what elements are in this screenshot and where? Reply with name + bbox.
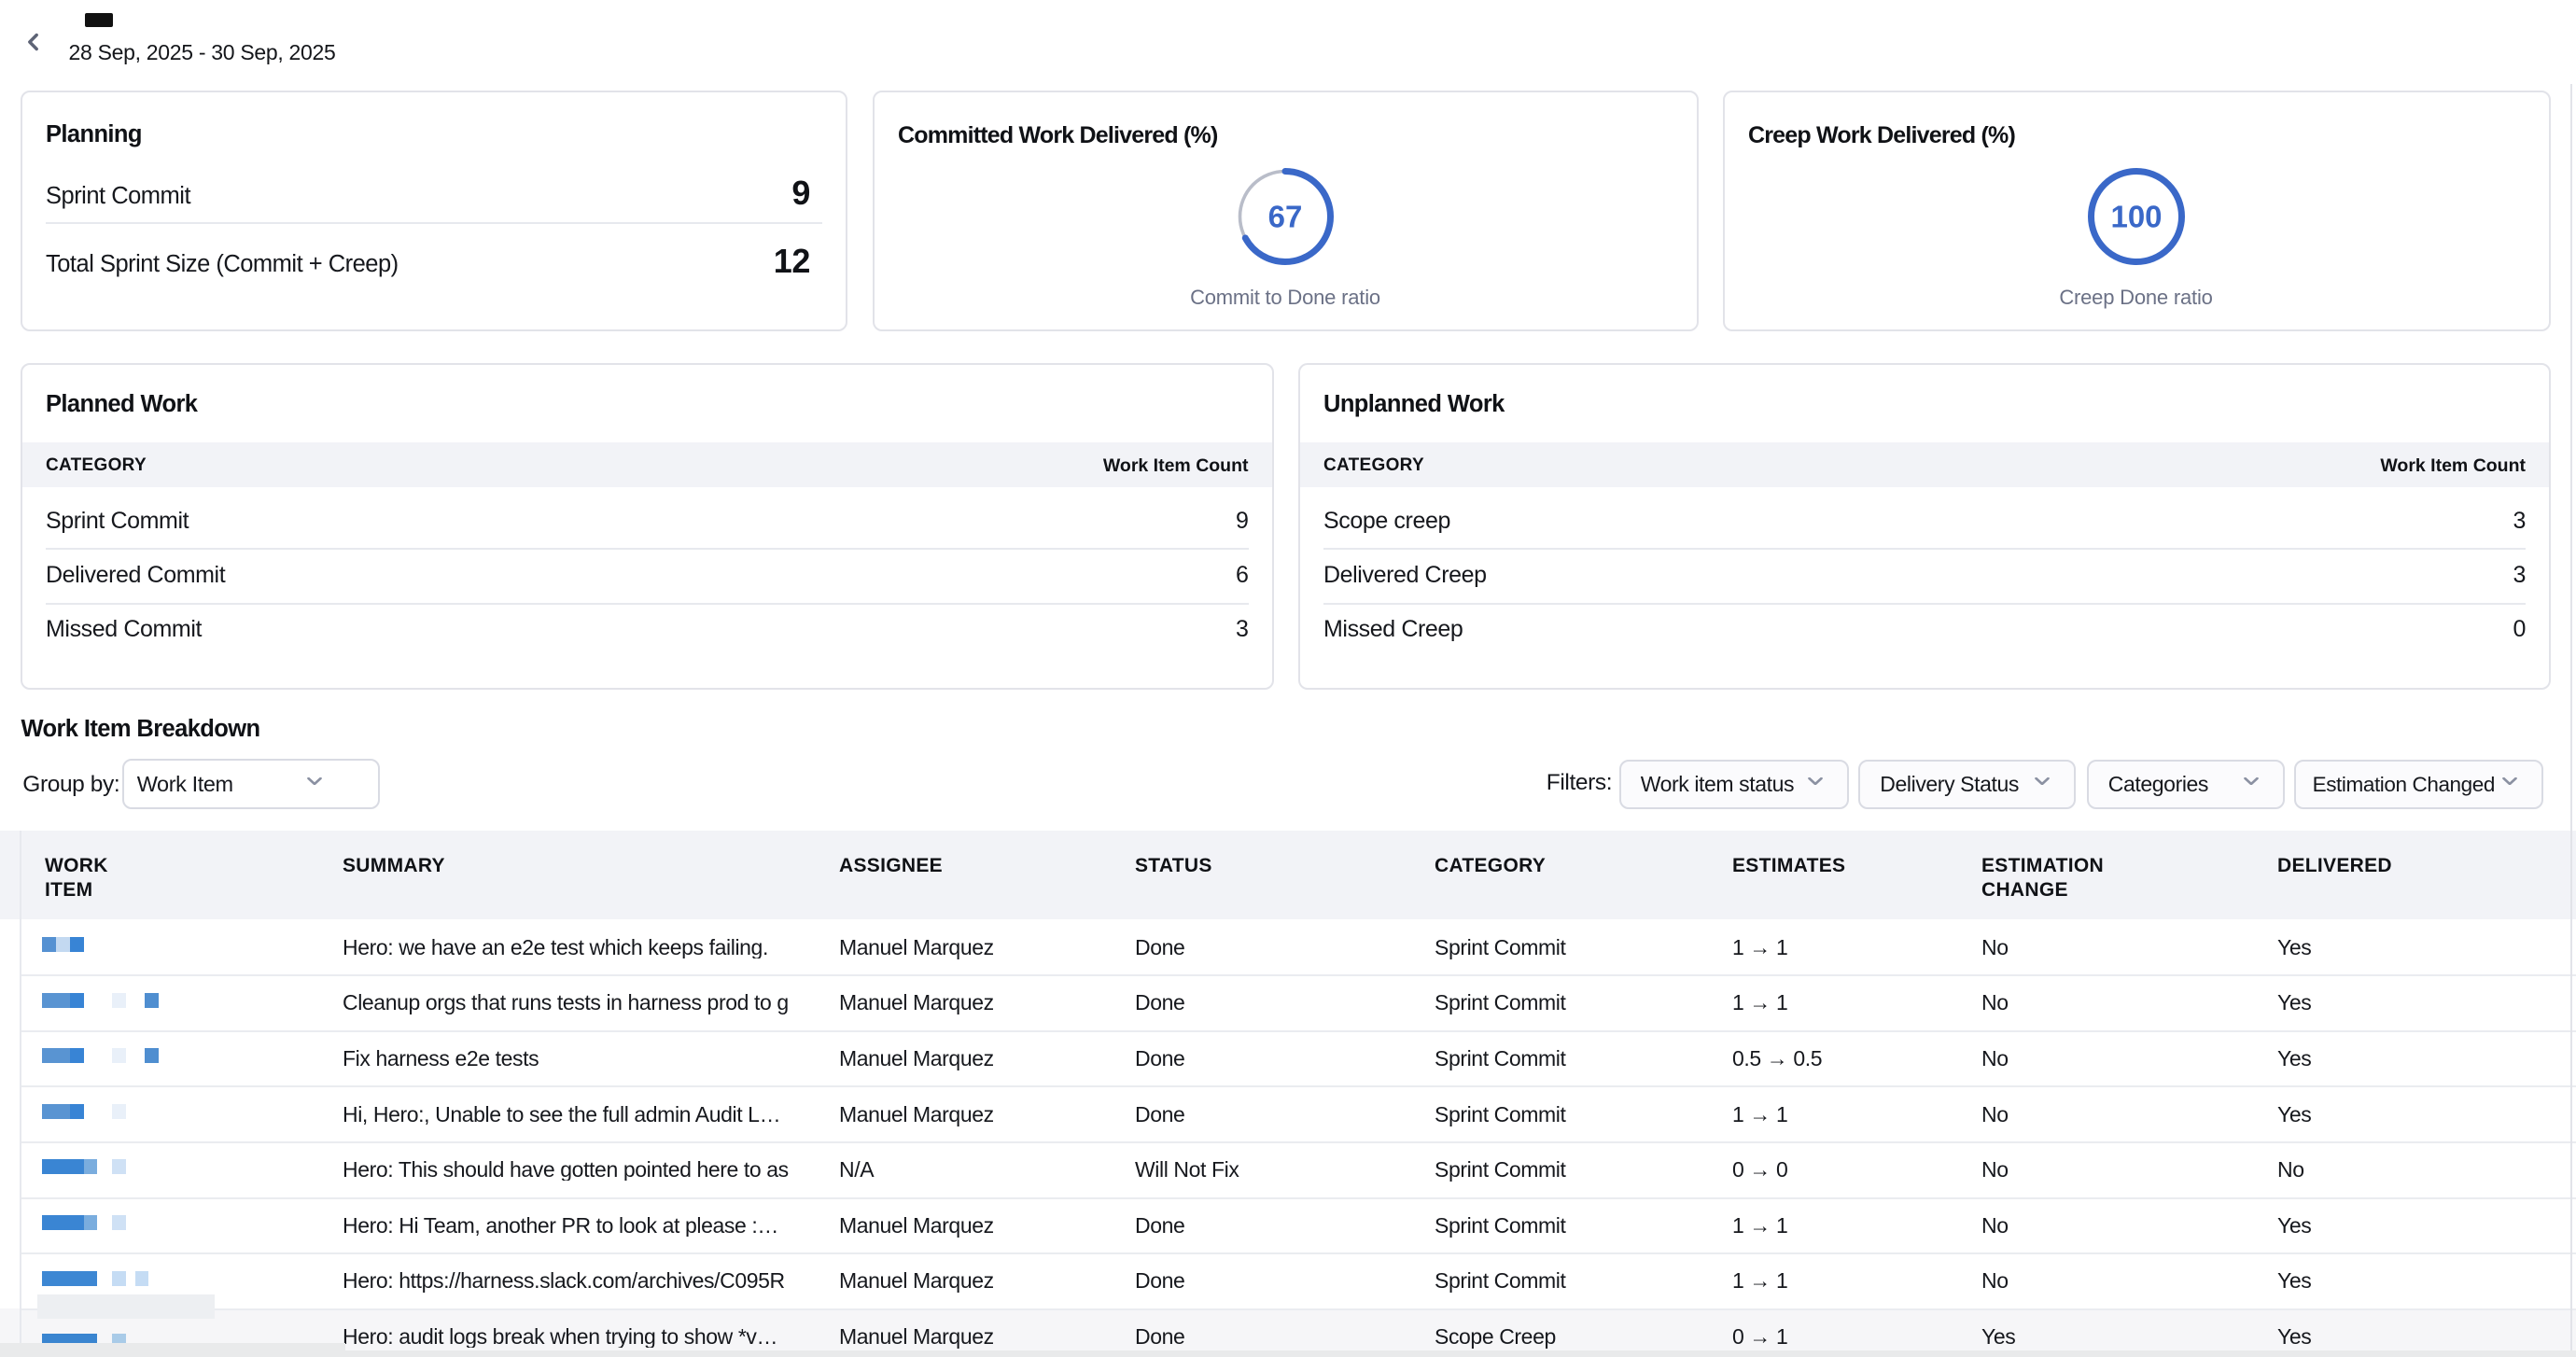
svg-text:100: 100 [2110, 200, 2162, 234]
svg-text:67: 67 [1268, 200, 1303, 234]
